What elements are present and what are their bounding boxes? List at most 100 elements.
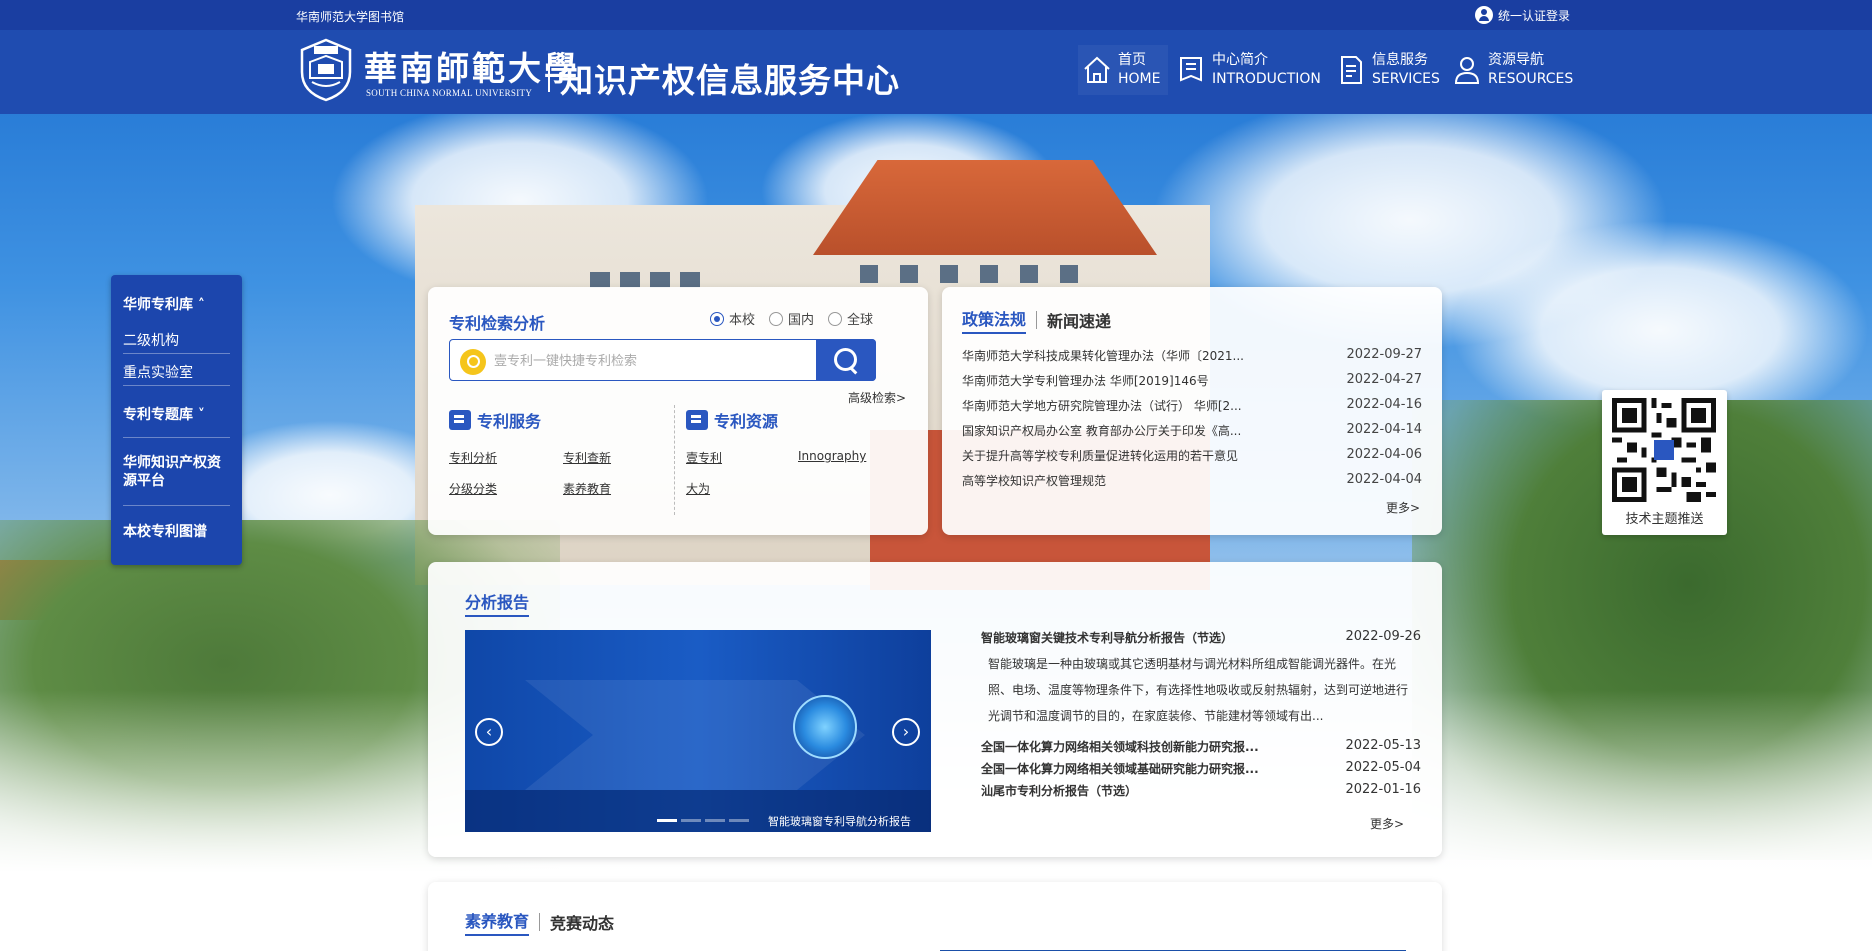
radio-dot[interactable] [769,311,784,326]
nav-home[interactable]: 首页 HOME [1078,45,1168,95]
list-item[interactable]: 华南师范大学专利管理办法 华师[2019]146号 2022-04-27 [962,372,1422,392]
list-item-title: 汕尾市专利分析报告（节选） [981,784,1138,798]
list-item-title: 关于提升高等学校专利质量促进转化运用的若干意见 [962,449,1239,463]
user-icon [1475,6,1493,24]
carousel-prev-icon[interactable]: ‹ [475,718,503,746]
radio-global[interactable]: 全球 [828,309,873,328]
column-divider [674,405,675,515]
carousel-dot[interactable] [729,819,749,822]
nav-intro-cn: 中心简介 [1212,52,1268,68]
resources-icon [686,410,708,430]
sidebar-patent-map[interactable]: 本校专利图谱 [123,506,230,541]
radio-dot[interactable] [828,311,843,326]
radio-dot[interactable] [710,311,724,326]
search-box [449,339,876,381]
list-item-title: 全国一体化算力网络相关领域科技创新能力研究报... [981,740,1259,754]
qr-label: 技术主题推送 [1625,512,1704,527]
report-more-link[interactable]: 更多> [1370,815,1404,832]
link-yizhuanli[interactable]: 壹专利 [686,449,722,466]
link-classification[interactable]: 分级分类 [449,480,497,497]
top-bar: 华南师范大学图书馆 统一认证登录 [0,0,1872,30]
logo-divider [548,54,550,92]
carousel-next-icon[interactable]: › [892,718,920,746]
tab-news[interactable]: 新闻速递 [1047,308,1111,332]
list-item-title: 华南师范大学专利管理办法 华师[2019]146号 [962,374,1209,388]
document-icon [1341,56,1362,84]
radio-domestic[interactable]: 国内 [769,309,814,328]
patent-search-card: 专利检索分析 本校 国内 全球 高级检索> 专利服务 专利分析 专利查新 分级分… [428,287,928,535]
search-input[interactable] [494,349,794,373]
list-item-title: 国家知识产权局办公室 教育部办公厅关于印发《高... [962,424,1242,438]
link-dawei[interactable]: 大为 [686,480,710,497]
list-item[interactable]: 全国一体化算力网络相关领域基础研究能力研究报... 2022-05-04 [981,760,1421,777]
link-patent-analysis[interactable]: 专利分析 [449,449,497,466]
list-item[interactable]: 国家知识产权局办公室 教育部办公厅关于印发《高... 2022-04-14 [962,422,1422,442]
sidebar-item-key-labs[interactable]: 重点实验室 [123,354,230,386]
patent-services-heading: 专利服务 [449,408,541,432]
qr-code-icon [1612,398,1716,502]
sidebar-ip-platform[interactable]: 华师知识产权资源平台 [123,438,230,506]
book-icon [1180,57,1202,82]
nav-intro-en: INTRODUCTION [1212,71,1321,87]
list-item-date: 2022-04-16 [1346,397,1422,412]
link-innography[interactable]: Innography [798,449,866,463]
list-item-title: 华南师范大学地方研究院管理办法（试行） 华师[2... [962,399,1242,413]
list-item-title: 高等学校知识产权管理规范 [962,474,1107,488]
list-item[interactable]: 高等学校知识产权管理规范 2022-04-04 [962,472,1422,492]
list-item[interactable]: 全国一体化算力网络相关领域科技创新能力研究报... 2022-05-13 [981,738,1421,755]
policy-tabs: 政策法规 新闻速递 [962,306,1111,334]
header-nav: 華南師範大學 SOUTH CHINA NORMAL UNIVERSITY 知识产… [0,30,1872,114]
nav-resources-cn: 资源导航 [1488,52,1544,68]
left-sidebar: 华师专利库 ˄ 二级机构 重点实验室 专利专题库 ˅ 华师知识产权资源平台 本校… [111,275,242,565]
education-tabs: 素养教育 竞赛动态 [465,908,614,936]
nav-resources-en: RESOURCES [1488,71,1574,87]
nav-services[interactable]: 信息服务 SERVICES [1336,45,1440,95]
nav-home-en: HOME [1118,71,1161,87]
nav-resources[interactable]: 资源导航 RESOURCES [1452,45,1573,95]
report-featured-item[interactable]: 智能玻璃窗关键技术专利导航分析报告（节选） 2022-09-26 [981,629,1421,646]
report-featured-description: 智能玻璃是一种由玻璃或其它透明基材与调光材料所组成智能调光器件。在光照、电场、温… [988,657,1409,723]
report-carousel[interactable]: 智能玻璃窗专利导航分析报告 ‹ › [465,630,931,832]
university-seal-icon [300,38,352,102]
search-button[interactable] [816,339,876,381]
banner-caption: 智能玻璃窗专利导航分析报告 [768,815,911,828]
list-item-date: 2022-04-14 [1346,422,1422,437]
link-novelty-search[interactable]: 专利查新 [563,449,611,466]
carousel-dot[interactable] [681,819,701,822]
carousel-dot[interactable] [657,819,677,822]
list-item-date: 2022-09-27 [1346,347,1422,362]
library-name: 华南师范大学图书馆 [296,10,405,24]
sidebar-item-secondary-units[interactable]: 二级机构 [123,322,230,354]
radio-label: 国内 [788,313,815,328]
report-featured-title: 智能玻璃窗关键技术专利导航分析报告（节选） [981,631,1234,645]
search-engine-logo-icon [460,349,486,375]
globe-icon [793,695,857,759]
radio-local[interactable]: 本校 [710,309,755,328]
list-item[interactable]: 汕尾市专利分析报告（节选） 2022-01-16 [981,782,1421,799]
nav-introduction[interactable]: 中心简介 INTRODUCTION [1176,45,1321,95]
sidebar-patent-db[interactable]: 华师专利库 ˄ [123,275,230,322]
nav-services-en: SERVICES [1372,71,1440,87]
tab-literacy-education[interactable]: 素养教育 [465,908,530,936]
list-item[interactable]: 关于提升高等学校专利质量促进转化运用的若干意见 2022-04-06 [962,447,1422,467]
advanced-search-link[interactable]: 高级检索> [848,389,906,406]
radio-label: 全球 [847,313,874,328]
person-icon [1454,57,1480,84]
report-featured-date: 2022-09-26 [1345,629,1421,644]
sidebar-topic-db[interactable]: 专利专题库 ˅ [123,386,230,438]
tab-competition-news[interactable]: 竞赛动态 [550,910,614,934]
education-card: 素养教育 竞赛动态 [428,882,1442,951]
list-item-date: 2022-04-27 [1346,372,1422,387]
qr-code-panel[interactable]: 技术主题推送 [1602,390,1727,535]
list-item[interactable]: 华南师范大学科技成果转化管理办法（华师〔2021... 2022-09-27 [962,347,1422,367]
home-icon [1084,56,1110,83]
list-item-date: 2022-04-06 [1346,447,1422,462]
carousel-dots [657,819,749,822]
carousel-dot[interactable] [705,819,725,822]
tab-policy[interactable]: 政策法规 [962,306,1027,334]
services-icon [449,410,471,430]
policy-more-link[interactable]: 更多> [1386,499,1420,516]
link-literacy-education[interactable]: 素养教育 [563,480,611,497]
login-link[interactable]: 统一认证登录 [1475,6,1570,24]
list-item[interactable]: 华南师范大学地方研究院管理办法（试行） 华师[2... 2022-04-16 [962,397,1422,417]
